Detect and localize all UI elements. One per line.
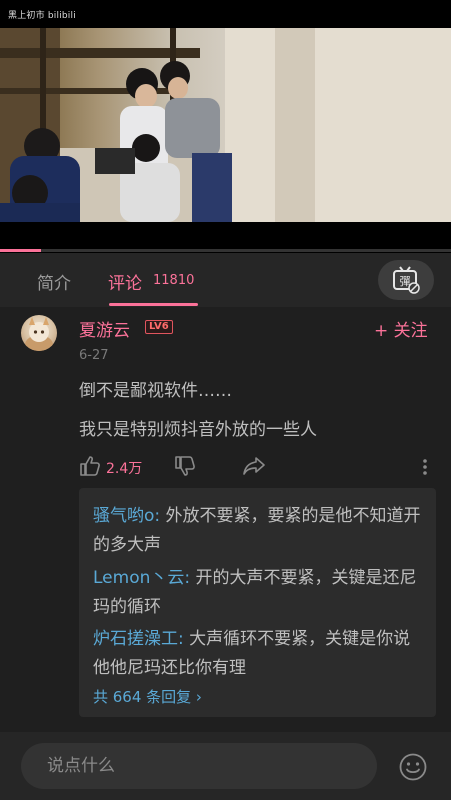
more-options-button[interactable] <box>418 455 432 479</box>
video-player[interactable]: 黑上初市 bilibili <box>0 0 451 253</box>
dislike-button[interactable] <box>174 455 198 479</box>
tab-active-indicator <box>109 303 198 306</box>
reply-item[interactable]: 骚气哟o: 外放不要紧，要紧的是他不知道开的多大声 <box>93 502 423 560</box>
video-frame-image <box>0 28 451 222</box>
tab-comments-count: 11810 <box>153 273 195 288</box>
comment-actions: 2.4万 <box>0 453 451 481</box>
thumbs-down-icon <box>175 456 195 476</box>
video-progress-fill <box>0 249 41 252</box>
view-all-replies-link[interactable]: 共 664 条回复 › <box>93 686 202 707</box>
comment-text-line: 我只是特别烦抖音外放的一些人 <box>79 420 317 440</box>
danmaku-toggle-button[interactable]: 彈 <box>378 260 434 300</box>
thumbs-up-icon <box>80 456 100 476</box>
reply-item[interactable]: Lemon丶云: 开的大声不要紧，关键是还尼玛的循环 <box>93 564 423 622</box>
video-progress-bar[interactable] <box>0 249 451 252</box>
share-icon <box>243 457 265 475</box>
video-watermark: 黑上初市 bilibili <box>8 11 76 21</box>
comment-date: 6-27 <box>79 348 109 363</box>
danmaku-toggle-icon: 彈 <box>393 266 420 294</box>
more-vertical-icon <box>423 459 427 475</box>
comment-input-bar <box>0 732 451 800</box>
share-button[interactable] <box>242 455 266 479</box>
avatar[interactable] <box>21 315 57 351</box>
video-frame[interactable] <box>0 28 451 222</box>
comment-text-line: 倒不是鄙视软件…… <box>79 381 232 401</box>
replies-panel[interactable]: 骚气哟o: 外放不要紧，要紧的是他不知道开的多大声 Lemon丶云: 开的大声不… <box>79 488 436 717</box>
level-badge: LV6 <box>145 320 173 334</box>
avatar-image <box>25 317 53 351</box>
reply-username[interactable]: 炉石搓澡工: <box>93 629 184 649</box>
comment-input[interactable] <box>21 743 377 789</box>
tab-intro[interactable]: 简介 <box>37 269 71 294</box>
comment-item: 夏游云 LV6 + 关注 6-27 倒不是鄙视软件…… 我只是特别烦抖音外放的一… <box>0 307 451 732</box>
comment-username[interactable]: 夏游云 <box>79 316 130 341</box>
reply-username[interactable]: Lemon丶云: <box>93 568 190 588</box>
like-count: 2.4万 <box>106 461 143 477</box>
reply-username[interactable]: 骚气哟o: <box>93 506 160 526</box>
tab-comments[interactable]: 评论 <box>108 269 142 294</box>
follow-button[interactable]: + 关注 <box>374 316 428 341</box>
reply-item[interactable]: 炉石搓澡工: 大声循环不要紧，关键是你说他他尼玛还比你有理 <box>93 625 423 683</box>
like-button[interactable]: 2.4万 <box>79 455 159 479</box>
tab-bar: 简介 评论 11810 彈 <box>0 253 451 307</box>
emoji-button[interactable] <box>398 752 428 782</box>
emoji-icon <box>399 753 427 781</box>
